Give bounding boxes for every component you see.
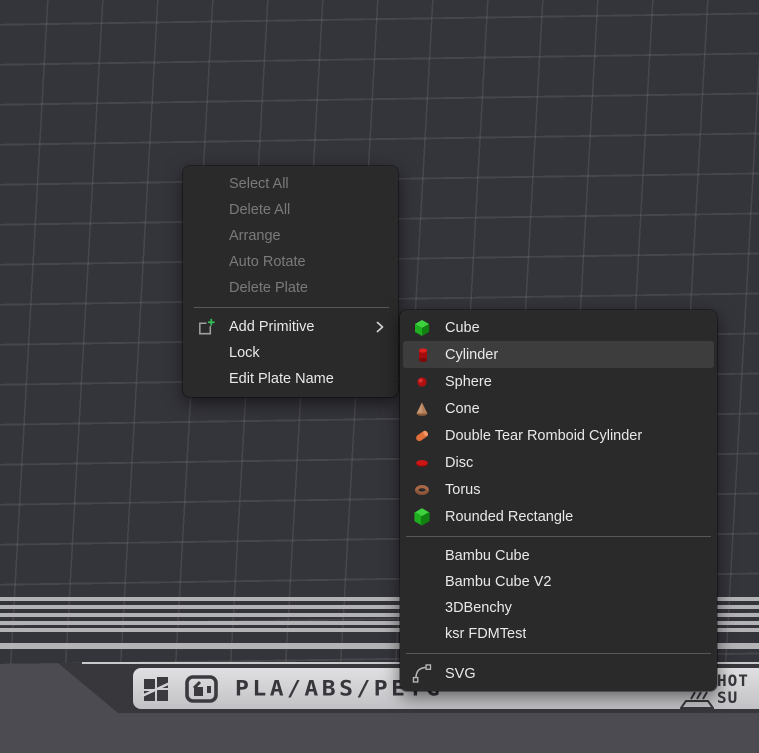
bambu-logo-icon [142,675,170,703]
menu-item-lock[interactable]: Lock [183,340,398,366]
chevron-right-icon [376,321,384,333]
menu-item-label: Double Tear Romboid Cylinder [445,428,642,444]
menu-item-arrange: Arrange [183,223,398,249]
menu-item-auto-rotate: Auto Rotate [183,249,398,275]
menu-item-delete-plate: Delete Plate [183,275,398,301]
menu-separator [406,653,711,654]
menu-item-select-all: Select All [183,171,398,197]
menu-item-label: Bambu Cube V2 [445,574,551,590]
double-tear-romboid-cylinder-icon [412,426,432,446]
menu-item-delete-all: Delete All [183,197,398,223]
cylinder-icon [413,345,433,365]
disc-icon [412,453,432,473]
add-primitive-submenu: Cube Cylinder Sphere Cone Double Tear Romboi… [400,310,717,691]
menu-item-bambu-cube-v2[interactable]: Bambu Cube V2 [400,569,717,595]
cube-icon [412,318,432,338]
menu-item-label: Disc [445,455,473,471]
hot-surface-line1: HOT [717,672,749,689]
menu-item-disc[interactable]: Disc [400,449,717,476]
menu-separator [194,307,389,308]
menu-item-cube[interactable]: Cube [400,314,717,341]
viewport: PLA/ABS/PETG HOT SU Select AllDelete All… [0,0,759,753]
menu-item-label: Lock [229,345,260,361]
torus-icon [412,480,432,500]
menu-item-edit-plate-name[interactable]: Edit Plate Name [183,366,398,392]
menu-separator [406,536,711,537]
context-menu: Select All Delete All Arrange Auto Rotate De… [183,166,398,397]
hot-surface-line2: SU [717,689,749,706]
menu-item-label: Auto Rotate [229,254,306,270]
cone-icon [412,399,432,419]
menu-item-svg[interactable]: SVG [400,660,717,687]
menu-item-label: Edit Plate Name [229,371,334,387]
menu-item-label: Bambu Cube [445,548,530,564]
rounded-rectangle-icon [412,507,432,527]
menu-item-3dbenchy[interactable]: 3DBenchy [400,595,717,621]
menu-item-sphere[interactable]: Sphere [400,368,717,395]
menu-item-double-tear-romboid-cylinder[interactable]: Double Tear Romboid Cylinder [400,422,717,449]
menu-item-label: Delete Plate [229,280,308,296]
menu-item-label: Add Primitive [229,319,314,335]
menu-item-label: ksr FDMTest [445,626,526,642]
plate-badge-icon [185,675,218,703]
menu-item-label: Cube [445,320,480,336]
menu-item-ksr-fdmtest[interactable]: ksr FDMTest [400,621,717,647]
menu-item-label: 3DBenchy [445,600,512,616]
add-primitive-icon [196,317,216,337]
hot-surface-text: HOT SU [717,672,749,706]
svg-curve-icon [412,664,432,684]
menu-item-label: Select All [229,176,289,192]
menu-item-cylinder[interactable]: Cylinder [403,341,714,368]
menu-item-label: SVG [445,666,476,682]
menu-item-bambu-cube[interactable]: Bambu Cube [400,543,717,569]
menu-item-label: Delete All [229,202,290,218]
menu-item-label: Cylinder [445,347,498,363]
menu-item-label: Sphere [445,374,492,390]
sphere-icon [412,372,432,392]
menu-item-torus[interactable]: Torus [400,476,717,503]
menu-item-label: Rounded Rectangle [445,509,573,525]
menu-item-label: Arrange [229,228,281,244]
menu-item-rounded-rectangle[interactable]: Rounded Rectangle [400,503,717,530]
hot-surface-warning-icon [680,689,714,709]
menu-item-add-primitive[interactable]: Add Primitive [183,314,398,340]
menu-item-label: Torus [445,482,480,498]
menu-item-cone[interactable]: Cone [400,395,717,422]
menu-item-label: Cone [445,401,480,417]
